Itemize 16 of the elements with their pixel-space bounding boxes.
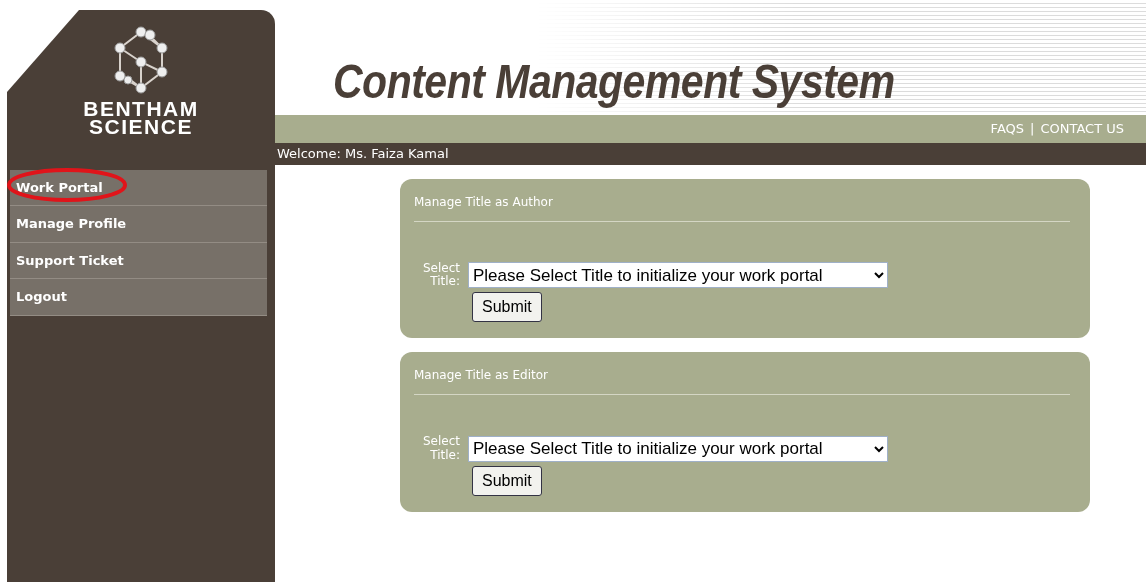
submit-button[interactable]: Submit (472, 292, 542, 323)
field-label: Select Title: (421, 262, 460, 289)
separator-text: | (1030, 120, 1035, 139)
welcome-text: Welcome: Ms. Faiza Kamal (275, 143, 1146, 165)
submit-button[interactable]: Submit (472, 465, 542, 496)
field-label: Select Title: (421, 435, 460, 462)
title-select[interactable]: Please Select Title to initialize your work portal (468, 262, 888, 289)
title-select[interactable]: Please Select Title to initialize your work portal (468, 435, 888, 462)
menu-item[interactable]: Support Ticket (10, 242, 267, 280)
panel-heading: Manage Title as Author (414, 193, 1070, 222)
panel-heading: Manage Title as Editor (414, 366, 1070, 396)
menu-item[interactable]: Manage Profile (10, 206, 267, 243)
page-title: Content Management System (333, 58, 895, 107)
logo-text: BENTHAM SCIENCE (83, 100, 199, 136)
menu-item[interactable]: Logout (10, 279, 267, 316)
menu-item[interactable]: Work Portal (10, 169, 267, 207)
